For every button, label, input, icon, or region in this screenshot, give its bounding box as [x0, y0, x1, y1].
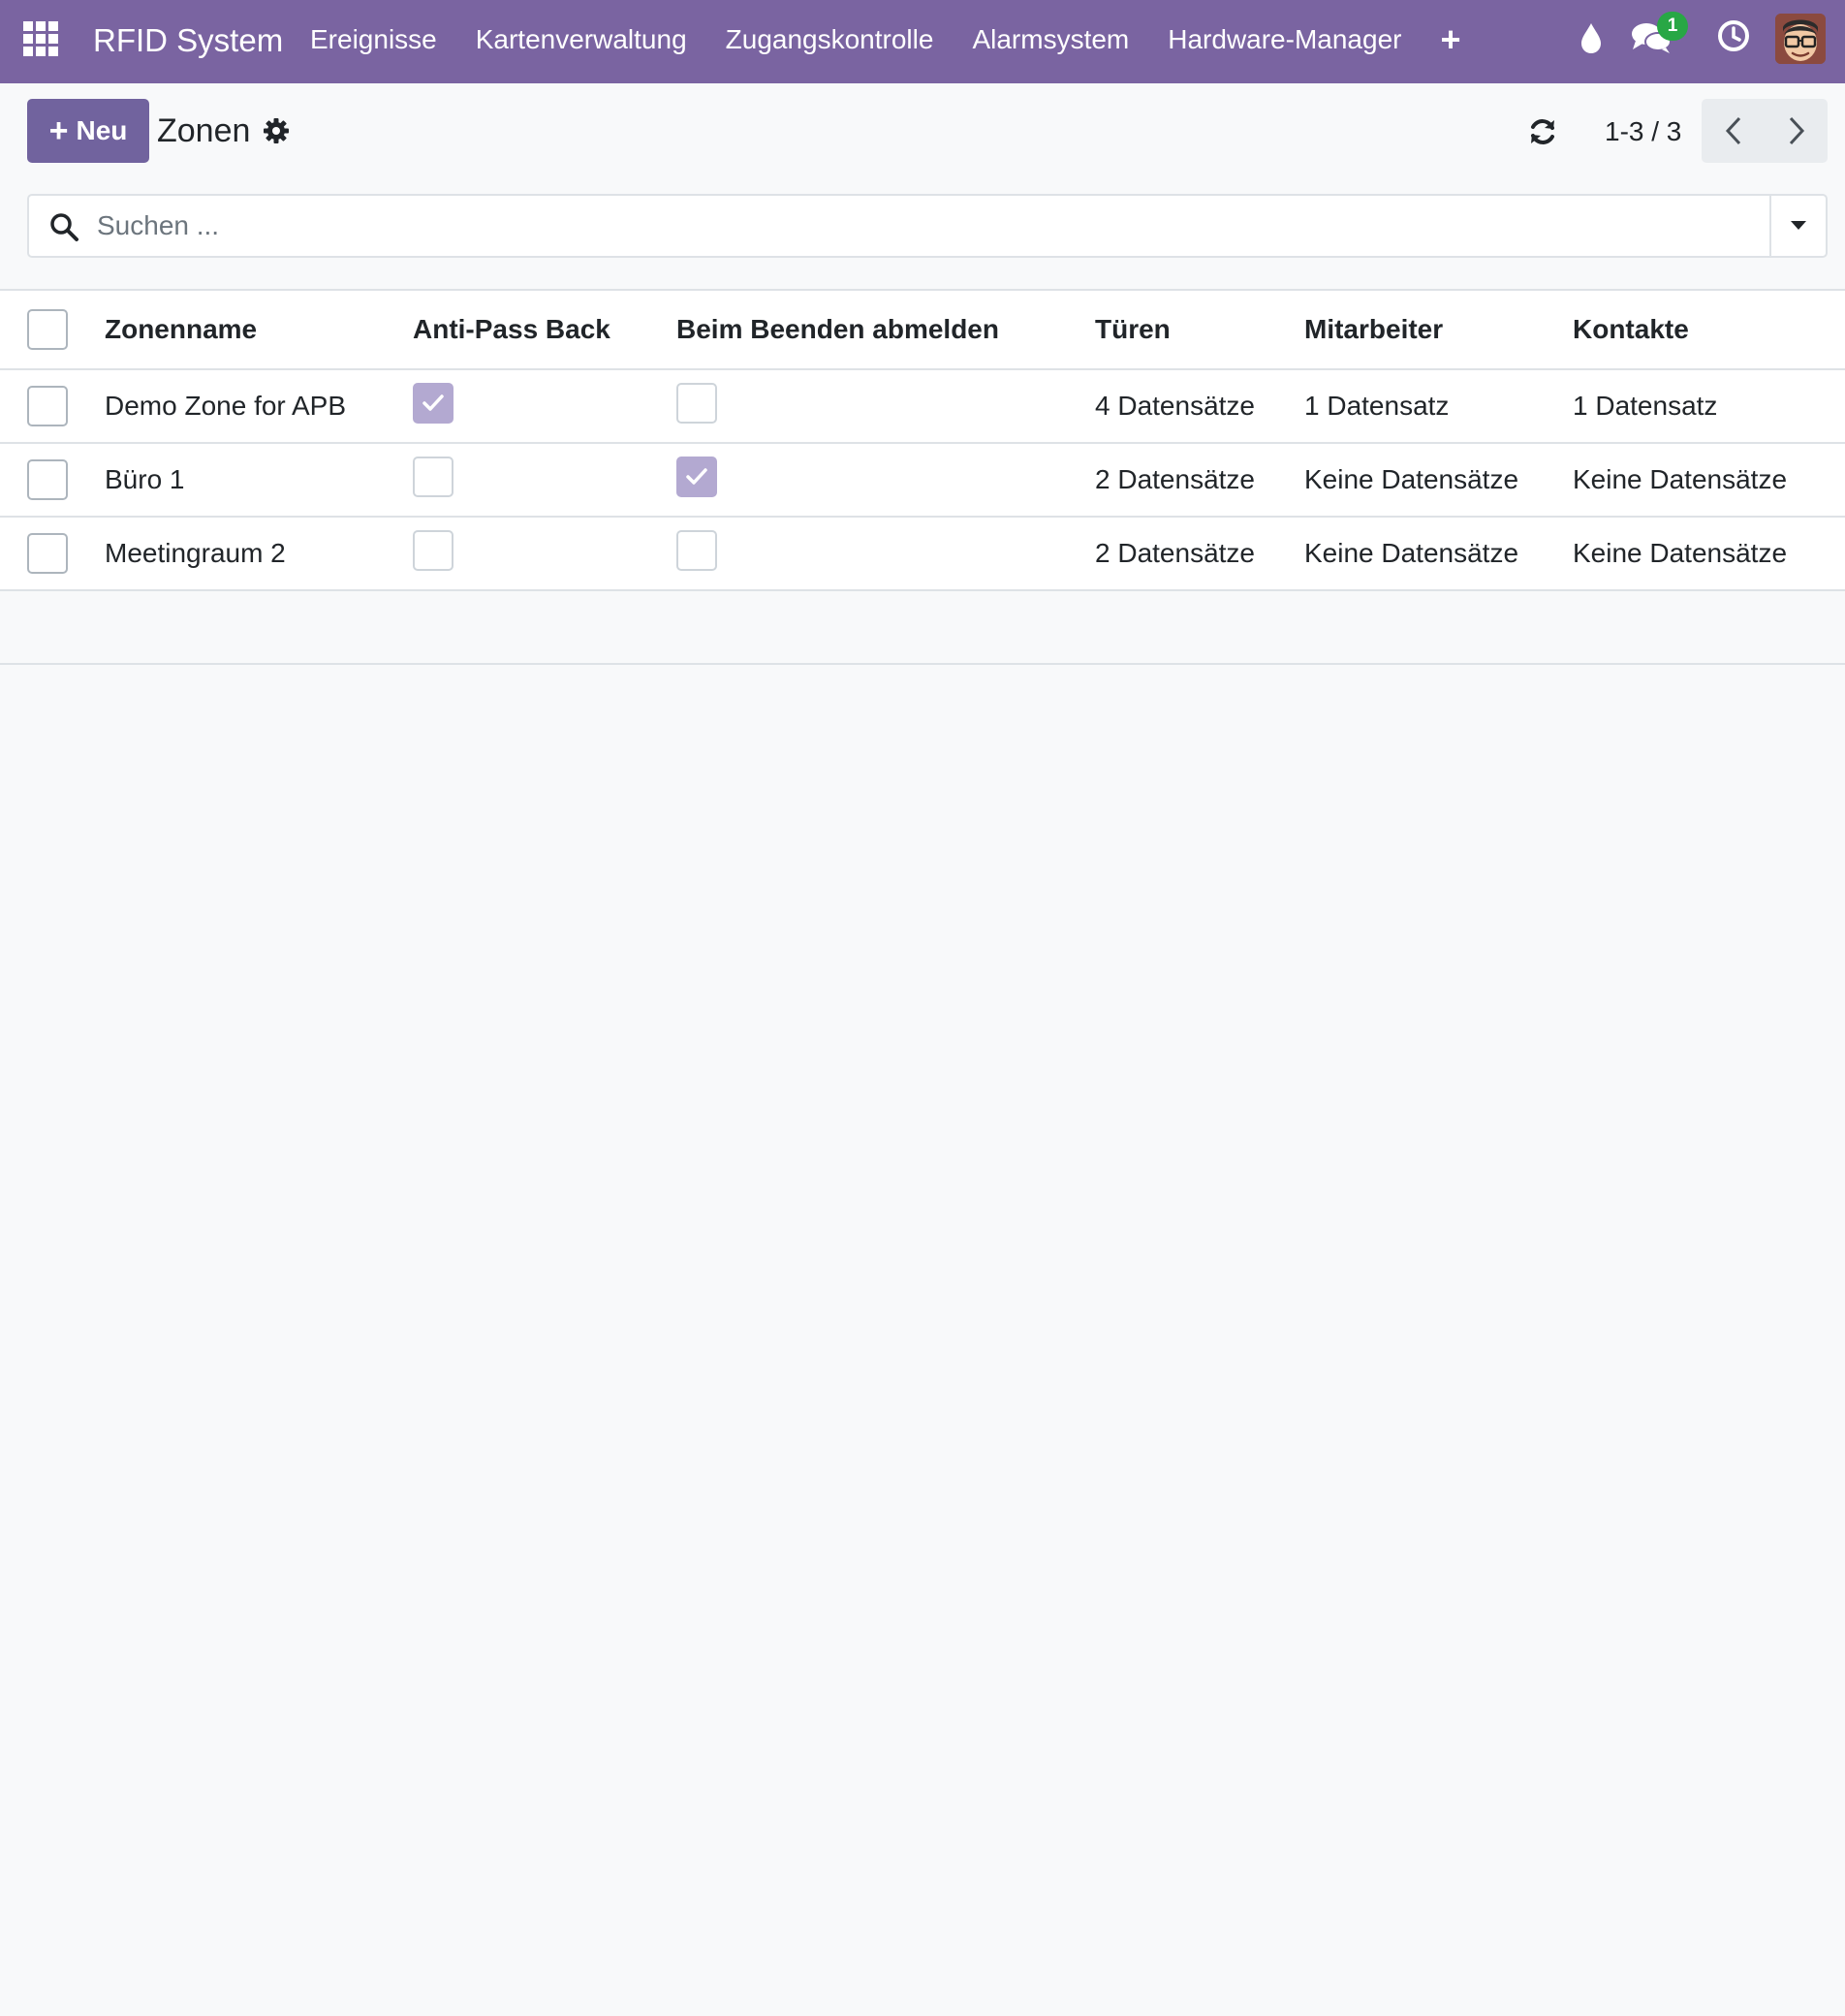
contacts-count[interactable]: Keine Datensätze	[1573, 518, 1787, 589]
plus-icon: +	[48, 112, 69, 149]
table-row[interactable]: Demo Zone for APB 4 Datensätze 1 Datensa…	[0, 370, 1845, 444]
drop-icon[interactable]	[1578, 21, 1605, 56]
logout-on-exit-checkbox	[676, 457, 717, 497]
contacts-count[interactable]: 1 Datensatz	[1573, 370, 1717, 442]
check-icon	[422, 394, 444, 411]
empty-row	[0, 591, 1845, 665]
chevron-left-icon	[1725, 116, 1740, 145]
employees-count[interactable]: Keine Datensätze	[1304, 444, 1518, 516]
logout-on-exit-checkbox	[676, 383, 717, 424]
new-button[interactable]: + Neu	[27, 99, 149, 163]
add-menu-plus-icon[interactable]: +	[1440, 21, 1460, 58]
chevron-right-icon	[1789, 116, 1804, 145]
top-navbar: RFID System Ereignisse Kartenverwaltung …	[0, 0, 1845, 83]
row-select-checkbox[interactable]	[27, 386, 68, 426]
refresh-icon[interactable]	[1527, 116, 1558, 147]
row-select-checkbox[interactable]	[27, 533, 68, 574]
employees-count[interactable]: Keine Datensätze	[1304, 518, 1518, 589]
table-row[interactable]: Büro 1 2 Datensätze Keine Datensätze Kei…	[0, 444, 1845, 518]
logout-on-exit-checkbox	[676, 530, 717, 571]
check-icon	[686, 468, 707, 485]
caret-down-icon	[1791, 221, 1806, 230]
menu-item-hardware-manager[interactable]: Hardware-Manager	[1168, 21, 1401, 58]
menu-item-alarmsystem[interactable]: Alarmsystem	[972, 21, 1129, 58]
pager-buttons	[1702, 99, 1828, 163]
column-header-mitarbeiter[interactable]: Mitarbeiter	[1304, 291, 1443, 368]
column-header-beim-beenden-abmelden[interactable]: Beim Beenden abmelden	[676, 291, 999, 368]
gear-icon[interactable]	[262, 116, 291, 145]
column-header-zonenname[interactable]: Zonenname	[105, 291, 257, 368]
search-options-toggle[interactable]	[1769, 196, 1826, 256]
zone-name[interactable]: Meetingraum 2	[105, 518, 286, 589]
column-header-anti-pass-back[interactable]: Anti-Pass Back	[413, 291, 610, 368]
zone-name[interactable]: Büro 1	[105, 444, 185, 516]
menu-item-kartenverwaltung[interactable]: Kartenverwaltung	[476, 21, 687, 58]
column-header-kontakte[interactable]: Kontakte	[1573, 291, 1689, 368]
new-button-label: Neu	[76, 115, 128, 145]
chat-badge: 1	[1657, 12, 1688, 41]
table-row[interactable]: Meetingraum 2 2 Datensätze Keine Datensä…	[0, 518, 1845, 591]
select-all-checkbox[interactable]	[27, 309, 68, 350]
pager-previous-button[interactable]	[1702, 99, 1765, 163]
clock-icon[interactable]	[1717, 19, 1750, 52]
anti-pass-back-checkbox	[413, 530, 453, 571]
row-select-checkbox[interactable]	[27, 459, 68, 500]
column-header-tueren[interactable]: Türen	[1095, 291, 1171, 368]
app-name[interactable]: RFID System	[93, 19, 283, 62]
pager-next-button[interactable]	[1765, 99, 1828, 163]
doors-count[interactable]: 2 Datensätze	[1095, 444, 1255, 516]
search-icon	[50, 213, 78, 241]
menu-item-ereignisse[interactable]: Ereignisse	[310, 21, 437, 58]
user-avatar[interactable]	[1775, 14, 1826, 64]
pager-value[interactable]: 1-3 / 3	[1605, 114, 1681, 149]
search-input[interactable]	[97, 204, 1744, 248]
search-bar	[27, 194, 1828, 258]
contacts-count[interactable]: Keine Datensätze	[1573, 444, 1787, 516]
apps-grid-icon[interactable]	[23, 21, 58, 56]
table-header-row: Zonenname Anti-Pass Back Beim Beenden ab…	[0, 289, 1845, 370]
employees-count[interactable]: 1 Datensatz	[1304, 370, 1449, 442]
page-title[interactable]: Zonen	[157, 110, 250, 151]
main-menu: Ereignisse Kartenverwaltung Zugangskontr…	[310, 21, 1461, 58]
doors-count[interactable]: 2 Datensätze	[1095, 518, 1255, 589]
anti-pass-back-checkbox	[413, 457, 453, 497]
doors-count[interactable]: 4 Datensätze	[1095, 370, 1255, 442]
menu-item-zugangskontrolle[interactable]: Zugangskontrolle	[726, 21, 934, 58]
zones-table: Zonenname Anti-Pass Back Beim Beenden ab…	[0, 289, 1845, 665]
anti-pass-back-checkbox	[413, 383, 453, 424]
zone-name[interactable]: Demo Zone for APB	[105, 370, 346, 442]
